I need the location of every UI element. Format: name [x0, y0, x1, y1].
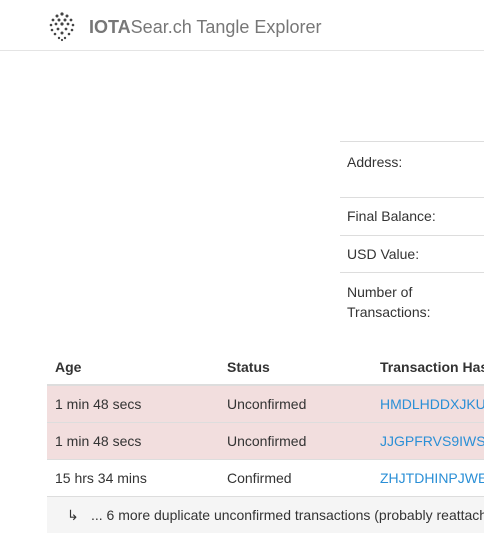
- info-row-usd-value: USD Value:: [340, 235, 484, 272]
- column-header-age[interactable]: Age: [55, 349, 215, 384]
- tx-age: 1 min 48 secs: [55, 433, 142, 449]
- usd-value-label: USD Value:: [347, 246, 420, 262]
- iota-logo-icon[interactable]: [46, 10, 78, 42]
- info-row-address: Address:: [340, 141, 484, 197]
- tx-hash-cell: HMDLHDDXJKU: [380, 386, 484, 422]
- transactions-table: Age Status Transaction Hash 1 min 48 sec…: [47, 349, 484, 533]
- address-info-table: Address: Final Balance: USD Value: Numbe…: [340, 141, 484, 328]
- info-row-final-balance: Final Balance:: [340, 197, 484, 235]
- table-row: 1 min 48 secs Unconfirmed JJGPFRVS9IWS: [47, 423, 484, 460]
- tx-hash-cell: JJGPFRVS9IWS: [380, 423, 484, 459]
- tx-age: 1 min 48 secs: [55, 396, 142, 412]
- tx-age: 15 hrs 34 mins: [55, 470, 147, 486]
- tx-hash-cell: ZHJTDHINPJWE: [380, 460, 484, 496]
- column-header-status[interactable]: Status: [227, 349, 367, 384]
- top-navbar: IOTASear.ch Tangle Explorer: [0, 0, 484, 51]
- more-duplicates-text: ... 6 more duplicate unconfirmed transac…: [91, 507, 484, 523]
- address-label: Address:: [347, 154, 403, 170]
- tx-status: Unconfirmed: [227, 396, 307, 412]
- transactions-label-line1: Number of: [347, 284, 413, 300]
- transactions-label-line2: Transactions:: [347, 304, 431, 320]
- column-header-hash[interactable]: Transaction Hash: [380, 349, 484, 384]
- tx-status: Confirmed: [227, 470, 292, 486]
- table-row: 15 hrs 34 mins Confirmed ZHJTDHINPJWE: [47, 460, 484, 497]
- tx-hash-link[interactable]: HMDLHDDXJKU: [380, 396, 484, 412]
- tx-hash-link[interactable]: ZHJTDHINPJWE: [380, 470, 484, 486]
- brand-strong: IOTA: [89, 17, 131, 37]
- tx-hash-link[interactable]: JJGPFRVS9IWS: [380, 433, 484, 449]
- brand-title[interactable]: IOTASear.ch Tangle Explorer: [89, 17, 321, 37]
- return-arrow-icon: ↳: [67, 506, 79, 523]
- brand-rest: Sear.ch Tangle Explorer: [130, 17, 322, 37]
- info-row-transaction-count: Number of Transactions:: [340, 272, 484, 328]
- table-row: 1 min 48 secs Unconfirmed HMDLHDDXJKU: [47, 386, 484, 423]
- table-header: Age Status Transaction Hash: [47, 349, 484, 386]
- final-balance-label: Final Balance:: [347, 208, 436, 224]
- more-duplicates-row[interactable]: ↳ ... 6 more duplicate unconfirmed trans…: [47, 497, 484, 533]
- tx-status: Unconfirmed: [227, 433, 307, 449]
